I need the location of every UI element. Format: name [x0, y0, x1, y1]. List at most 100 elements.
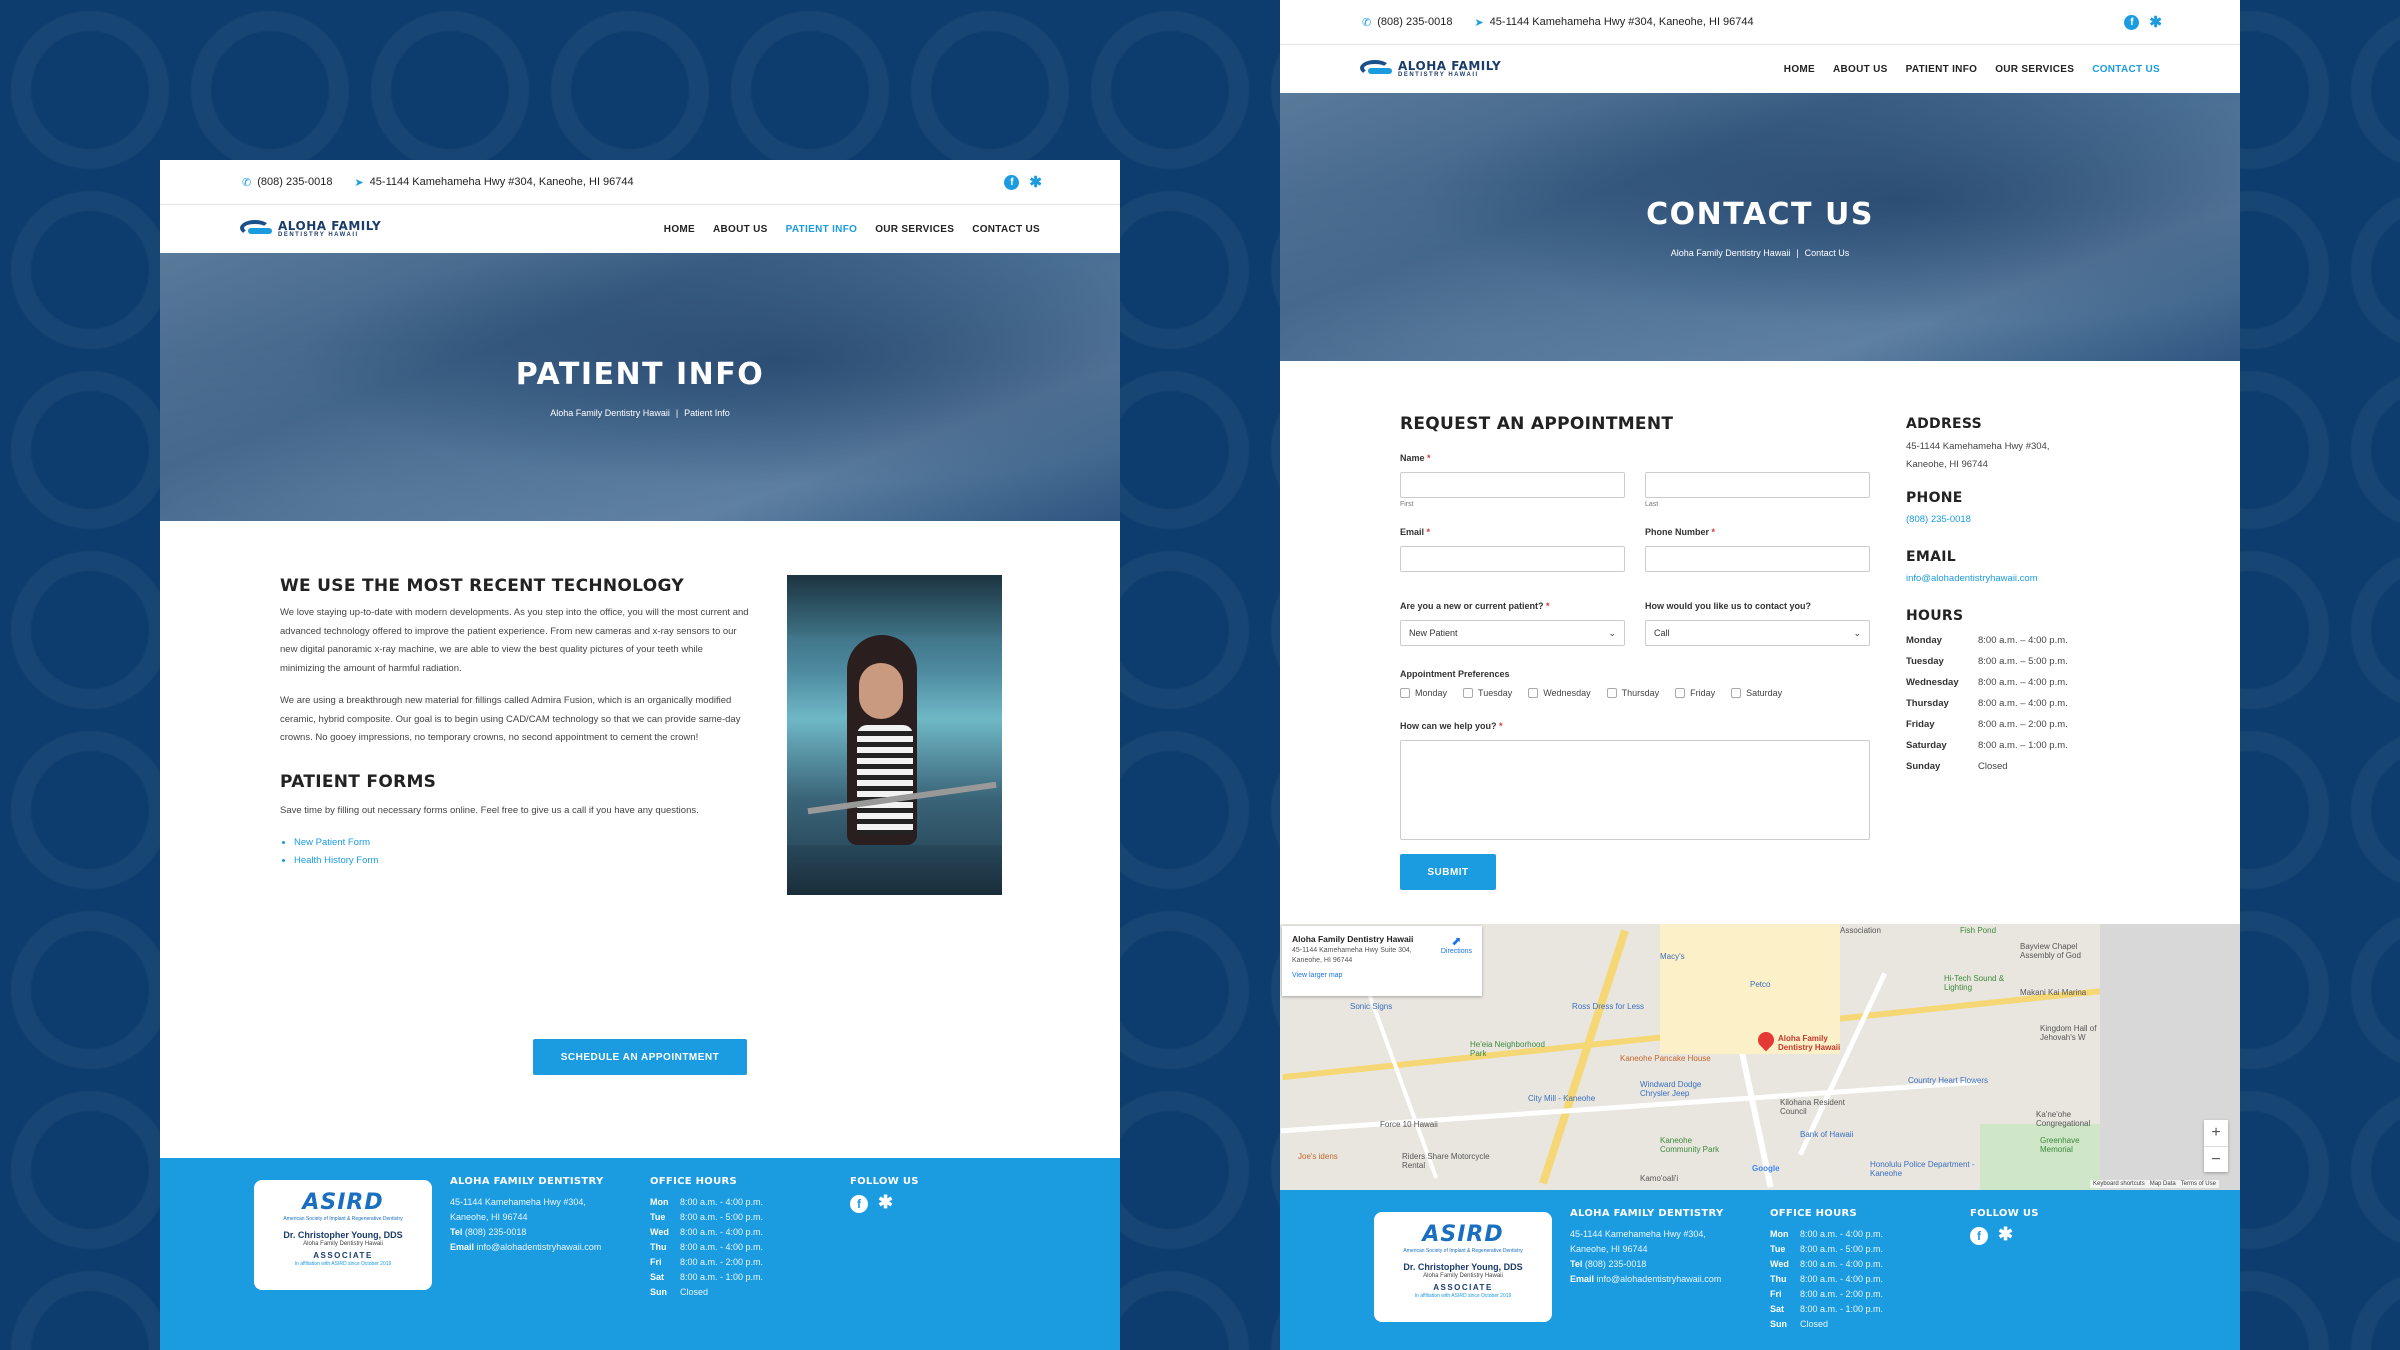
- nav-patient-info[interactable]: PATIENT INFO: [786, 224, 858, 235]
- technology-heading: WE USE THE MOST RECENT TECHNOLOGY: [280, 576, 684, 596]
- phone-link[interactable]: ✆ (808) 235-0018: [242, 176, 332, 189]
- yelp-icon[interactable]: ✱: [878, 1193, 893, 1213]
- facebook-icon[interactable]: f: [2124, 14, 2140, 30]
- wave-logo-icon: [240, 218, 272, 240]
- phone-icon: ✆: [1362, 16, 1372, 29]
- location-map[interactable]: Macy's Petco Ross Dress for Less He'eia …: [1280, 924, 2240, 1190]
- patient-type-select[interactable]: New Patient ⌄: [1400, 620, 1625, 646]
- first-name-input[interactable]: [1400, 472, 1625, 498]
- facebook-icon[interactable]: f: [1004, 174, 1020, 190]
- patient-forms-paragraph: Save time by filling out necessary forms…: [280, 804, 699, 816]
- new-patient-form-link[interactable]: New Patient Form: [294, 834, 750, 852]
- footer-practice-info: ALOHA FAMILY DENTISTRY 45-1144 Kamehameh…: [450, 1176, 604, 1252]
- email-input[interactable]: [1400, 546, 1625, 572]
- footer-follow: FOLLOW US f ✱: [1970, 1208, 2039, 1245]
- footer-phone-link[interactable]: (808) 235-0018: [465, 1227, 527, 1237]
- schedule-appointment-button[interactable]: SCHEDULE AN APPOINTMENT: [532, 1039, 748, 1075]
- view-larger-map-link[interactable]: View larger map: [1292, 972, 1472, 979]
- cta-section: SHARING ALOHA THROUGH DENTISTRY SCHEDULE…: [160, 982, 1120, 1075]
- wave-logo-icon: [1360, 58, 1392, 80]
- appointment-form: REQUEST AN APPOINTMENT Name * First Last…: [1400, 414, 1870, 890]
- footer-email-link[interactable]: info@alohadentistryhawaii.com: [1597, 1274, 1722, 1284]
- directions-link[interactable]: ⬈ Directions: [1441, 934, 1472, 955]
- nav-contact-us[interactable]: CONTACT US: [972, 224, 1040, 235]
- day-checkbox-saturday[interactable]: Saturday: [1731, 688, 1782, 698]
- submit-button[interactable]: SUBMIT: [1400, 854, 1496, 890]
- phone-input[interactable]: [1645, 546, 1870, 572]
- map-attribution: Keyboard shortcuts Map Data Terms of Use: [2090, 1180, 2219, 1188]
- main-nav: ALOHA FAMILY DENTISTRY HAWAII HOME ABOUT…: [1280, 45, 2240, 93]
- nav-our-services[interactable]: OUR SERVICES: [1995, 64, 2074, 75]
- cta-title: SHARING ALOHA THROUGH DENTISTRY: [354, 982, 926, 1011]
- footer-phone-link[interactable]: (808) 235-0018: [1585, 1259, 1647, 1269]
- contact-sidebar: ADDRESS 45-1144 Kamehameha Hwy #304, Kan…: [1906, 416, 2106, 777]
- site-footer: ASIRD American Society of Implant & Rege…: [160, 1158, 1120, 1350]
- yelp-icon[interactable]: ✱: [1029, 175, 1042, 190]
- chevron-down-icon: ⌄: [1853, 627, 1861, 638]
- zoom-out-button[interactable]: −: [2204, 1146, 2228, 1172]
- patient-forms-heading: PATIENT FORMS: [280, 771, 437, 792]
- nav-patient-info[interactable]: PATIENT INFO: [1906, 64, 1978, 75]
- phone-link[interactable]: ✆ (808) 235-0018: [1362, 16, 1452, 29]
- site-logo[interactable]: ALOHA FAMILY DENTISTRY HAWAII: [240, 218, 381, 240]
- asird-badge: ASIRD American Society of Implant & Rege…: [254, 1180, 432, 1290]
- breadcrumb: Aloha Family Dentistry Hawaii | Patient …: [550, 407, 730, 418]
- page-hero: PATIENT INFO Aloha Family Dentistry Hawa…: [160, 253, 1120, 521]
- main-nav: ALOHA FAMILY DENTISTRY HAWAII HOME ABOUT…: [160, 205, 1120, 253]
- footer-follow: FOLLOW US f ✱: [850, 1176, 919, 1213]
- nav-menu: HOME ABOUT US PATIENT INFO OUR SERVICES …: [664, 224, 1040, 235]
- message-textarea[interactable]: [1400, 740, 1870, 840]
- patient-info-page: ✆ (808) 235-0018 ➤ 45-1144 Kamehameha Hw…: [160, 160, 1120, 1350]
- top-bar: ✆ (808) 235-0018 ➤ 45-1144 Kamehameha Hw…: [160, 160, 1120, 205]
- content-section: WE USE THE MOST RECENT TECHNOLOGY We lov…: [160, 522, 1120, 952]
- site-footer: ASIRD American Society of Implant & Rege…: [1280, 1190, 2240, 1350]
- breadcrumb-home[interactable]: Aloha Family Dentistry Hawaii: [1671, 248, 1791, 258]
- nav-home[interactable]: HOME: [664, 224, 695, 235]
- day-checkbox-thursday[interactable]: Thursday: [1606, 688, 1659, 698]
- nav-contact-us[interactable]: CONTACT US: [2092, 64, 2160, 75]
- directions-icon: ⬈: [1451, 934, 1462, 948]
- map-zoom-controls: + −: [2204, 1120, 2228, 1172]
- chevron-down-icon: ⌄: [1608, 627, 1616, 638]
- nav-about-us[interactable]: ABOUT US: [713, 224, 768, 235]
- yelp-icon[interactable]: ✱: [1998, 1225, 2013, 1245]
- page-hero: CONTACT US Aloha Family Dentistry Hawaii…: [1280, 93, 2240, 361]
- contact-method-select[interactable]: Call ⌄: [1645, 620, 1870, 646]
- page-title: CONTACT US: [1646, 196, 1874, 232]
- health-history-form-link[interactable]: Health History Form: [294, 852, 750, 870]
- nav-menu: HOME ABOUT US PATIENT INFO OUR SERVICES …: [1784, 64, 2160, 75]
- day-checkbox-tuesday[interactable]: Tuesday: [1463, 688, 1512, 698]
- page-title: PATIENT INFO: [515, 356, 765, 392]
- footer-office-hours: OFFICE HOURS Mon 8:00 a.m. - 4:00 p.m. Tu…: [1770, 1208, 1884, 1329]
- contact-us-page: ✆ (808) 235-0018 ➤ 45-1144 Kamehameha Hw…: [1280, 0, 2240, 1350]
- form-heading: REQUEST AN APPOINTMENT: [1400, 414, 1674, 434]
- nav-our-services[interactable]: OUR SERVICES: [875, 224, 954, 235]
- day-checkbox-monday[interactable]: Monday: [1400, 688, 1447, 698]
- location-arrow-icon: ➤: [1474, 16, 1484, 29]
- technology-paragraph-1: We love staying up-to-date with modern d…: [280, 607, 749, 674]
- last-name-input[interactable]: [1645, 472, 1870, 498]
- address-link[interactable]: ➤ 45-1144 Kamehameha Hwy #304, Kaneohe, …: [354, 176, 633, 189]
- yelp-icon[interactable]: ✱: [2149, 15, 2162, 30]
- footer-office-hours: OFFICE HOURS Mon 8:00 a.m. - 4:00 p.m. Tu…: [650, 1176, 764, 1297]
- asird-badge: ASIRD American Society of Implant & Rege…: [1374, 1212, 1552, 1322]
- footer-email-link[interactable]: info@alohadentistryhawaii.com: [477, 1242, 602, 1252]
- breadcrumb-home[interactable]: Aloha Family Dentistry Hawaii: [550, 408, 670, 418]
- facebook-icon[interactable]: f: [850, 1195, 868, 1213]
- breadcrumb-current: Patient Info: [684, 407, 730, 418]
- site-logo[interactable]: ALOHA FAMILY DENTISTRY HAWAII: [1360, 58, 1501, 80]
- address-link[interactable]: ➤ 45-1144 Kamehameha Hwy #304, Kaneohe, …: [1474, 16, 1753, 29]
- patient-photo: [787, 575, 1002, 895]
- sidebar-email-link[interactable]: info@alohadentistryhawaii.com: [1906, 573, 2106, 584]
- map-info-card: Aloha Family Dentistry Hawaii 45-1144 Ka…: [1282, 926, 1482, 996]
- day-checkbox-friday[interactable]: Friday: [1675, 688, 1715, 698]
- facebook-icon[interactable]: f: [1970, 1227, 1988, 1245]
- technology-paragraph-2: We are using a breakthrough new material…: [280, 695, 741, 743]
- breadcrumb-current: Contact Us: [1804, 247, 1850, 258]
- zoom-in-button[interactable]: +: [2204, 1120, 2228, 1146]
- sidebar-phone-link[interactable]: (808) 235-0018: [1906, 514, 2106, 525]
- nav-about-us[interactable]: ABOUT US: [1833, 64, 1888, 75]
- footer-practice-info: ALOHA FAMILY DENTISTRY 45-1144 Kamehameh…: [1570, 1208, 1724, 1284]
- nav-home[interactable]: HOME: [1784, 64, 1815, 75]
- day-checkbox-wednesday[interactable]: Wednesday: [1528, 688, 1591, 698]
